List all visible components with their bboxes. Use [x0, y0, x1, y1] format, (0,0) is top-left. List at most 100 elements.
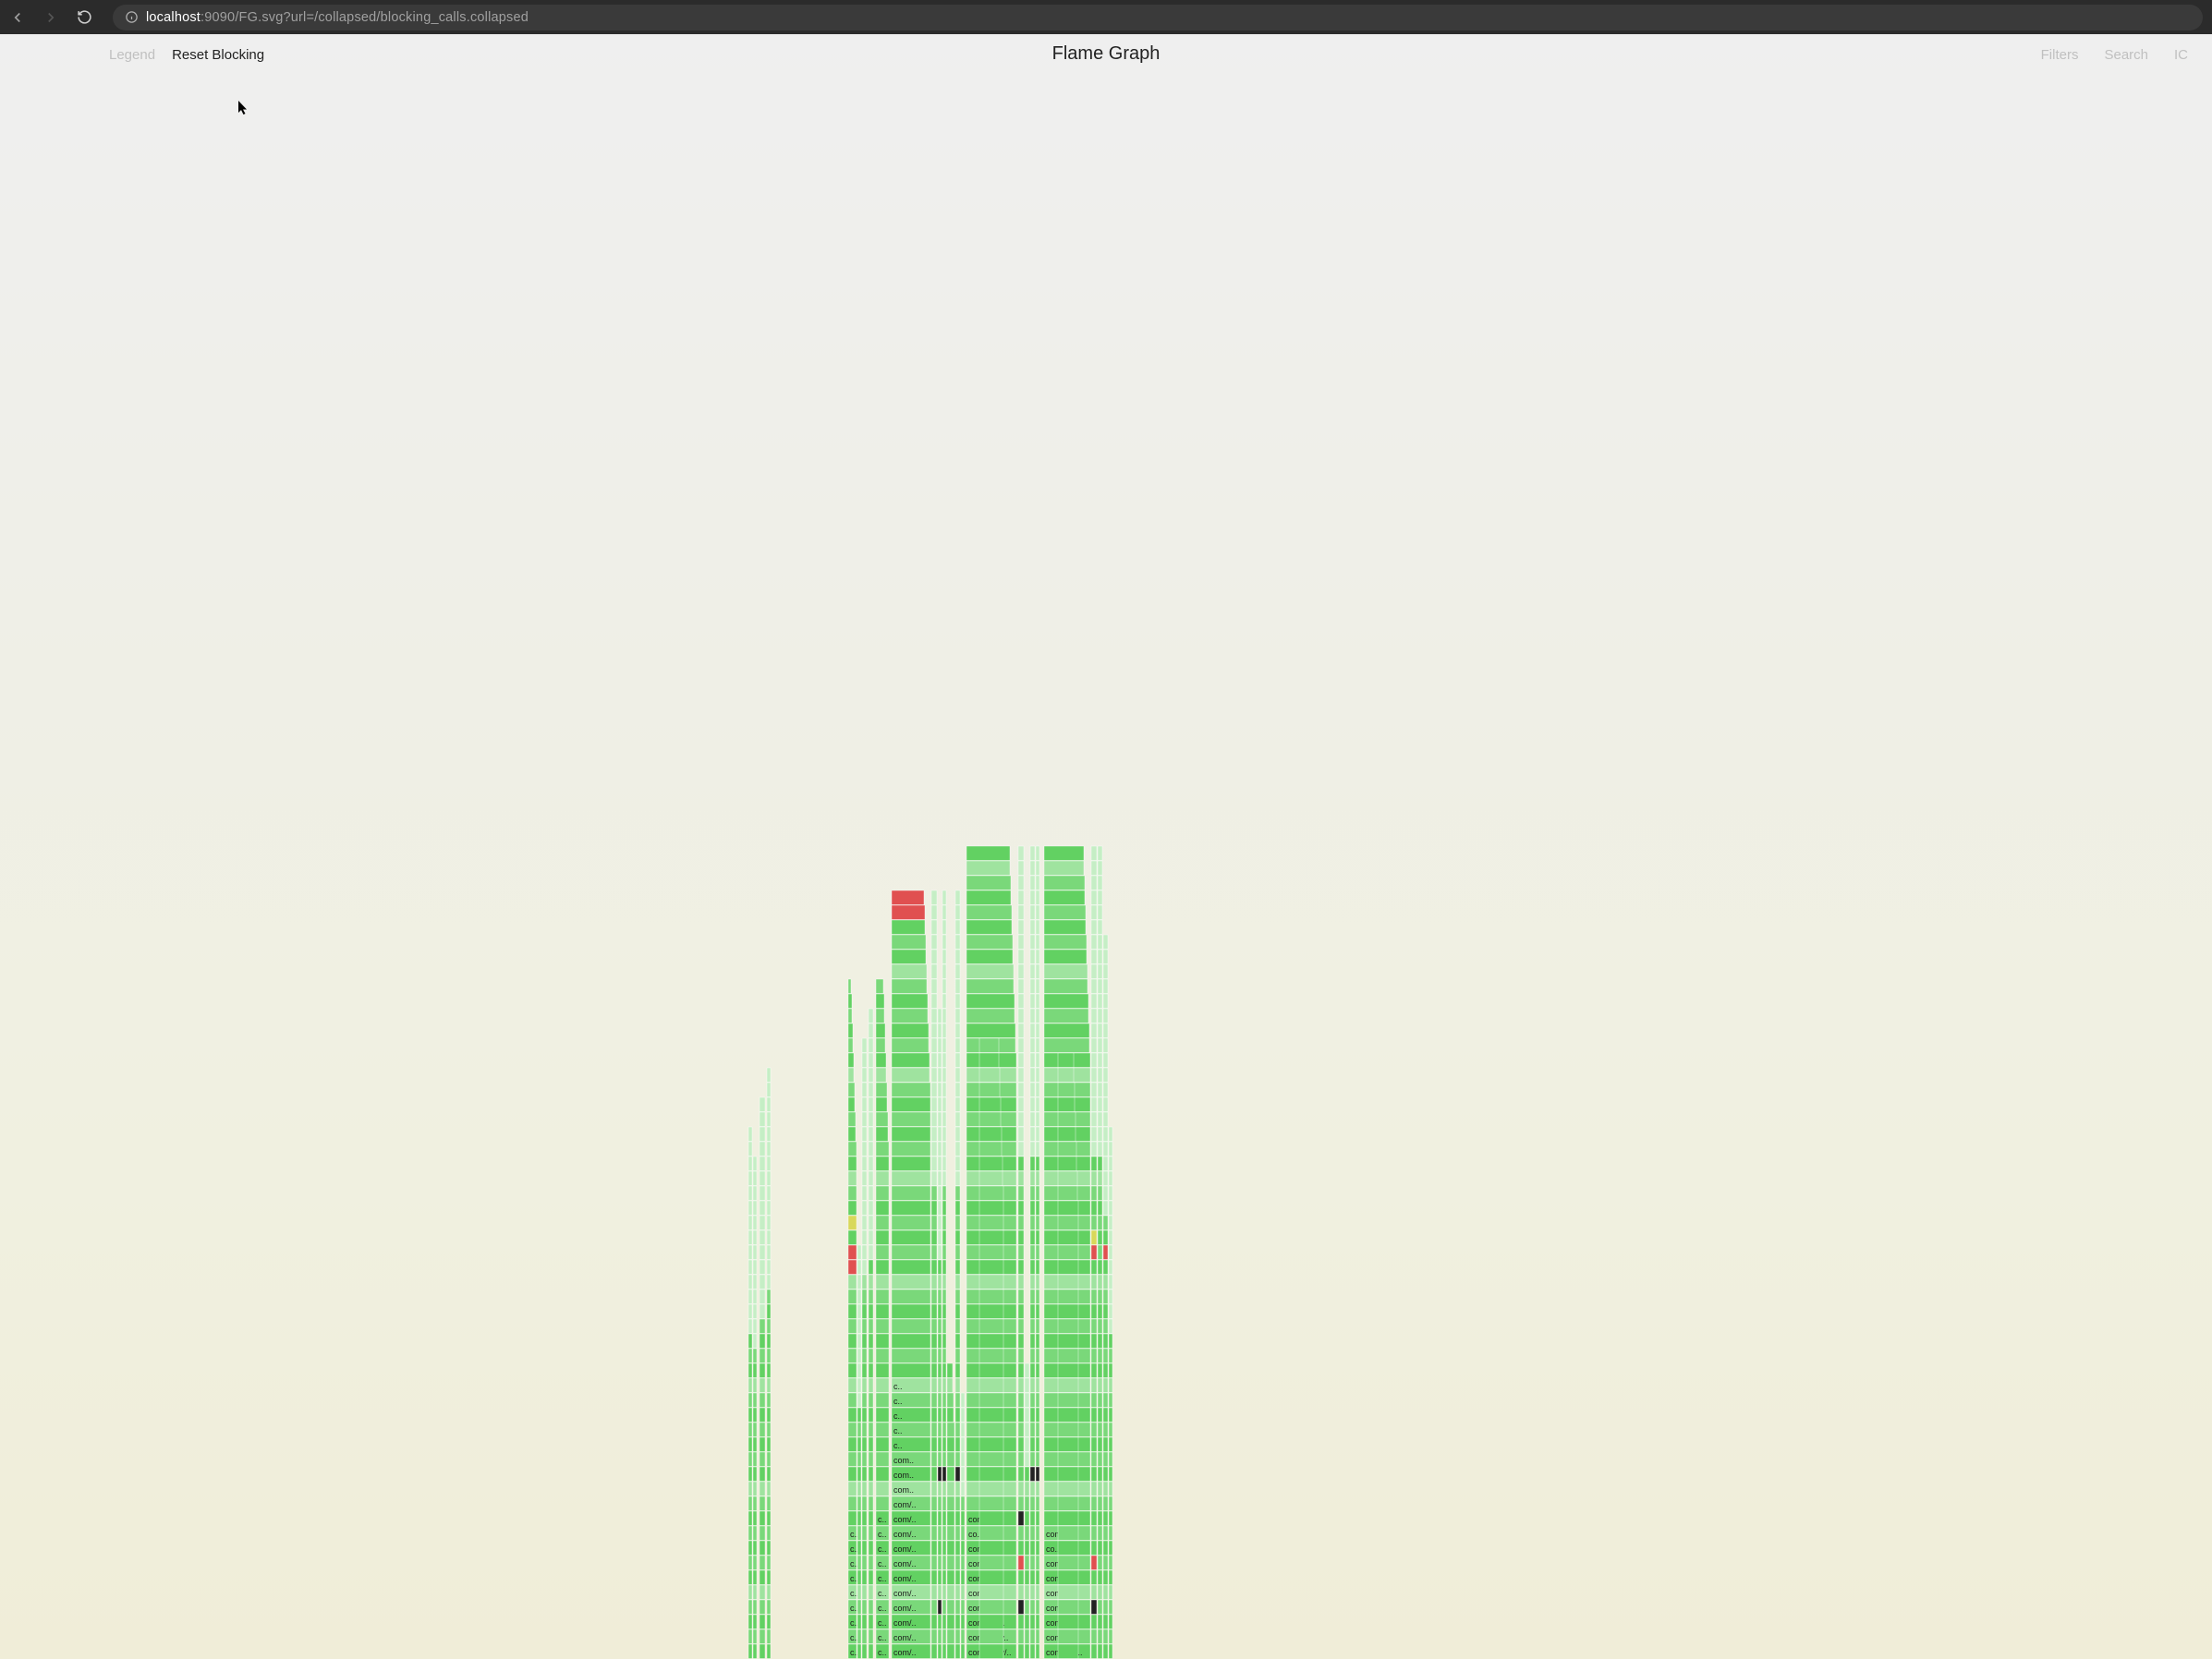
- flame-frame[interactable]: [955, 1112, 960, 1127]
- flame-frame[interactable]: [979, 1216, 1003, 1230]
- flame-frame[interactable]: [1103, 950, 1108, 964]
- flame-frame[interactable]: [1058, 1290, 1078, 1304]
- ic-link[interactable]: IC: [2174, 47, 2188, 63]
- flame-frame[interactable]: [938, 1629, 942, 1644]
- flame-frame[interactable]: [848, 1452, 857, 1467]
- flame-frame[interactable]: [1036, 979, 1039, 994]
- flame-frame[interactable]: [1103, 1556, 1108, 1570]
- flame-frame[interactable]: [862, 1186, 867, 1201]
- flame-frame[interactable]: [961, 1615, 965, 1629]
- flame-frame[interactable]: [931, 1615, 937, 1629]
- flame-frame[interactable]: [955, 1156, 960, 1171]
- flame-frame[interactable]: [1058, 1600, 1078, 1615]
- flame-frame[interactable]: [767, 1334, 771, 1349]
- flame-frame[interactable]: [892, 1201, 930, 1216]
- flame-frame[interactable]: [862, 1408, 867, 1423]
- flame-frame[interactable]: [1109, 1319, 1112, 1334]
- flame-frame[interactable]: [862, 1053, 867, 1068]
- flame-frame[interactable]: [931, 1171, 937, 1186]
- flame-frame[interactable]: [955, 1629, 960, 1644]
- flame-frame[interactable]: [1091, 1496, 1097, 1511]
- flame-frame[interactable]: [955, 1334, 960, 1349]
- flame-frame[interactable]: [1036, 935, 1039, 950]
- flame-frame[interactable]: [942, 1023, 946, 1038]
- flame-frame[interactable]: [848, 1053, 854, 1068]
- flame-frame[interactable]: [1091, 1629, 1097, 1644]
- flame-frame[interactable]: [862, 1378, 867, 1393]
- flame-frame[interactable]: [1036, 1304, 1039, 1319]
- flame-frame[interactable]: [876, 1083, 887, 1097]
- flame-frame[interactable]: [1103, 1437, 1108, 1452]
- flame-frame[interactable]: [748, 1319, 752, 1334]
- flame-frame[interactable]: [892, 1644, 930, 1659]
- flame-frame[interactable]: [979, 1423, 1003, 1437]
- flame-frame[interactable]: [1025, 1556, 1029, 1570]
- flame-frame[interactable]: [1030, 1097, 1035, 1112]
- flame-frame[interactable]: [938, 1186, 942, 1201]
- flame-frame[interactable]: [1058, 1363, 1078, 1378]
- flame-frame[interactable]: [1030, 1245, 1035, 1260]
- flame-frame[interactable]: [938, 1452, 942, 1467]
- flame-frame[interactable]: [1103, 979, 1108, 994]
- flame-frame[interactable]: [767, 1556, 771, 1570]
- flame-frame[interactable]: [1109, 1556, 1112, 1570]
- flame-frame[interactable]: [1091, 1275, 1097, 1290]
- flame-frame[interactable]: [947, 1541, 954, 1556]
- forward-button[interactable]: [43, 9, 59, 26]
- flame-frame[interactable]: [1018, 1570, 1024, 1585]
- flame-frame[interactable]: [876, 1156, 889, 1171]
- flame-frame[interactable]: [979, 1526, 1003, 1541]
- flame-frame[interactable]: [942, 1423, 946, 1437]
- flame-frame[interactable]: [862, 1600, 867, 1615]
- flame-frame[interactable]: [1030, 1186, 1035, 1201]
- flame-frame[interactable]: [892, 1541, 930, 1556]
- flame-frame[interactable]: [931, 1009, 937, 1023]
- flame-frame[interactable]: [955, 935, 960, 950]
- flame-frame[interactable]: [938, 1142, 942, 1156]
- flame-frame[interactable]: [1103, 1644, 1108, 1659]
- flame-frame[interactable]: [748, 1600, 752, 1615]
- flame-frame[interactable]: [1044, 964, 1088, 979]
- flame-frame[interactable]: [1030, 1304, 1035, 1319]
- flame-frame[interactable]: [931, 1083, 937, 1097]
- flame-frame[interactable]: [1030, 1452, 1035, 1467]
- flame-frame[interactable]: [753, 1496, 757, 1511]
- flame-frame[interactable]: [1025, 1511, 1029, 1526]
- flame-frame[interactable]: [753, 1363, 757, 1378]
- flame-frame[interactable]: [966, 964, 1014, 979]
- flame-frame[interactable]: [748, 1171, 752, 1186]
- flame-frame[interactable]: [1109, 1644, 1112, 1659]
- flame-frame[interactable]: [961, 1585, 965, 1600]
- flame-frame[interactable]: [1058, 1201, 1078, 1216]
- flame-frame[interactable]: [1036, 1556, 1039, 1570]
- flame-frame[interactable]: [955, 905, 960, 920]
- flame-frame[interactable]: [938, 1245, 942, 1260]
- flame-frame[interactable]: [938, 1556, 942, 1570]
- flame-graph[interactable]: c..c..c..c..c..c..c..c..c..c..c..c..c..c…: [0, 831, 2212, 1659]
- flame-frame[interactable]: [942, 1230, 946, 1245]
- flame-frame[interactable]: [1103, 1600, 1108, 1615]
- flame-frame[interactable]: [955, 1201, 960, 1216]
- flame-frame[interactable]: [892, 1230, 930, 1245]
- flame-frame[interactable]: [1098, 1112, 1102, 1127]
- flame-frame[interactable]: [1091, 890, 1097, 905]
- flame-frame[interactable]: [938, 1230, 942, 1245]
- flame-frame[interactable]: [979, 1600, 1003, 1615]
- flame-frame[interactable]: [760, 1437, 765, 1452]
- flame-frame[interactable]: [961, 1482, 965, 1496]
- flame-frame[interactable]: [892, 1068, 930, 1083]
- flame-frame[interactable]: [1030, 1023, 1035, 1038]
- flame-frame[interactable]: [857, 1334, 861, 1349]
- flame-frame[interactable]: [753, 1275, 757, 1290]
- flame-frame[interactable]: [931, 1644, 937, 1659]
- back-button[interactable]: [9, 9, 26, 26]
- flame-frame[interactable]: [1030, 1349, 1035, 1363]
- flame-frame[interactable]: [1044, 876, 1085, 890]
- flame-frame[interactable]: [767, 1511, 771, 1526]
- flame-frame[interactable]: [767, 1216, 771, 1230]
- flame-frame[interactable]: [961, 1423, 965, 1437]
- flame-frame[interactable]: [1030, 1437, 1035, 1452]
- flame-frame[interactable]: [938, 1275, 942, 1290]
- flame-frame[interactable]: [869, 1083, 873, 1097]
- flame-frame[interactable]: [1025, 1363, 1029, 1378]
